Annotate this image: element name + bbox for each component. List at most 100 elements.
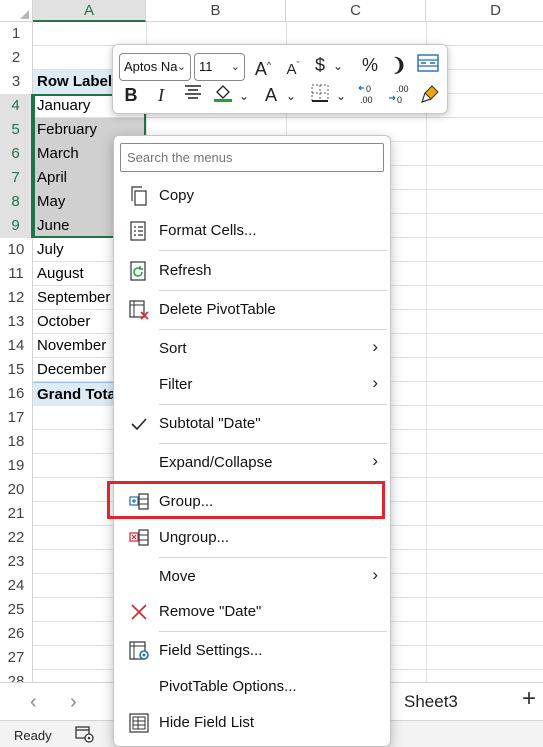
row-header[interactable]: 14 [0, 334, 33, 358]
menu-item-field-settings[interactable]: Field Settings... [114, 634, 390, 668]
column-header-b[interactable]: B [146, 0, 286, 22]
menu-separator [159, 329, 387, 330]
menu-item-label: PivotTable Options... [159, 678, 297, 695]
menu-item-sort[interactable]: Sort › [114, 332, 390, 366]
menu-item-label: Filter [159, 376, 193, 393]
group-highlight-box [107, 481, 385, 519]
comma-style-icon[interactable]: ❩ [391, 53, 407, 77]
row-header[interactable]: 1 [0, 22, 33, 46]
column-header-d[interactable]: D [426, 0, 543, 22]
chevron-right-icon: › [372, 373, 378, 392]
chevron-right-icon[interactable]: › [70, 691, 77, 714]
align-center-icon[interactable] [181, 83, 205, 107]
increase-font-size-icon[interactable]: A^ [251, 53, 275, 81]
chevron-right-icon: › [372, 565, 378, 584]
mini-toolbar: Aptos Na ⌄ 11 ⌄ A^ Aˇ $ ⌄ % ❩ B I ⌄ A ⌄ … [112, 44, 448, 114]
row-header[interactable]: 19 [0, 454, 33, 478]
menu-item-hide-field-list[interactable]: Hide Field List [114, 706, 390, 740]
accounting-format-button[interactable]: $ [311, 53, 329, 77]
row-header[interactable]: 25 [0, 598, 33, 622]
cell-a1[interactable] [33, 22, 146, 46]
menu-item-copy[interactable]: Copy [114, 179, 390, 213]
row-header[interactable]: 5 [0, 118, 33, 142]
row-header[interactable]: 7 [0, 166, 33, 190]
font-name-value: Aptos Na [124, 59, 178, 74]
chevron-down-icon: ⌄ [176, 61, 186, 73]
decrease-font-size-icon[interactable]: Aˇ [281, 53, 305, 82]
svg-text:.00: .00 [396, 84, 409, 94]
menu-item-label: Format Cells... [159, 222, 257, 239]
refresh-icon [128, 260, 150, 282]
menu-item-label: Expand/Collapse [159, 454, 273, 471]
menu-item-label: Ungroup... [159, 529, 230, 546]
menu-item-pivottable-options[interactable]: PivotTable Options... [114, 670, 390, 704]
add-sheet-icon[interactable]: + [522, 685, 536, 713]
chevron-down-icon[interactable]: ⌄ [285, 84, 297, 108]
font-color-icon[interactable]: A [261, 83, 281, 107]
row-header[interactable]: 13 [0, 310, 33, 334]
menu-item-remove[interactable]: Remove "Date" [114, 595, 390, 629]
merge-center-icon[interactable] [416, 53, 440, 79]
bold-button[interactable]: B [121, 83, 141, 107]
row-header[interactable]: 11 [0, 262, 33, 286]
menu-item-refresh[interactable]: Refresh [114, 254, 390, 288]
menu-separator [159, 557, 387, 558]
select-all-corner[interactable] [0, 0, 33, 22]
svg-text:0: 0 [397, 95, 402, 105]
row-header[interactable]: 24 [0, 574, 33, 598]
menu-item-delete-pivottable[interactable]: Delete PivotTable [114, 293, 390, 327]
font-size-value: 11 [199, 59, 213, 74]
row-header[interactable]: 27 [0, 646, 33, 670]
row-header[interactable]: 6 [0, 142, 33, 166]
row-header[interactable]: 20 [0, 478, 33, 502]
chevron-left-icon[interactable]: ‹ [30, 691, 37, 714]
row-header[interactable]: 8 [0, 190, 33, 214]
menu-item-format-cells[interactable]: Format Cells... [114, 214, 390, 248]
row-header[interactable]: 21 [0, 502, 33, 526]
increase-decimal-icon[interactable]: 0.00 [357, 83, 383, 111]
delete-pivot-icon [128, 299, 150, 321]
fill-color-icon[interactable] [211, 83, 235, 109]
italic-button[interactable]: I [151, 83, 171, 107]
chevron-right-icon: › [372, 337, 378, 356]
menu-item-ungroup[interactable]: Ungroup... [114, 521, 390, 555]
borders-icon[interactable] [308, 83, 332, 109]
row-header[interactable]: 9 [0, 214, 33, 238]
accessibility-icon[interactable] [74, 725, 94, 747]
sheet-tab[interactable]: Sheet3 [404, 692, 458, 712]
decrease-decimal-icon[interactable]: .00 0 [387, 83, 413, 111]
column-header-c[interactable]: C [286, 0, 426, 22]
search-menus-input[interactable] [120, 143, 384, 172]
column-header-a[interactable]: A [33, 0, 146, 22]
menu-item-label: Sort [159, 340, 187, 357]
row-header[interactable]: 18 [0, 430, 33, 454]
format-painter-icon[interactable] [418, 83, 442, 111]
percent-style-button[interactable]: % [359, 53, 381, 77]
row-header[interactable]: 26 [0, 622, 33, 646]
checkmark-icon [128, 413, 150, 435]
menu-item-label: Subtotal "Date" [159, 415, 261, 432]
row-header[interactable]: 10 [0, 238, 33, 262]
menu-item-move[interactable]: Move › [114, 560, 390, 594]
menu-item-label: Refresh [159, 262, 212, 279]
chevron-down-icon[interactable]: ⌄ [238, 84, 250, 108]
row-header[interactable]: 4 [0, 94, 33, 118]
row-header[interactable]: 23 [0, 550, 33, 574]
menu-item-expand-collapse[interactable]: Expand/Collapse › [114, 446, 390, 480]
chevron-down-icon[interactable]: ⌄ [332, 54, 344, 78]
row-header[interactable]: 12 [0, 286, 33, 310]
row-header[interactable]: 17 [0, 406, 33, 430]
row-header[interactable]: 2 [0, 46, 33, 70]
row-header[interactable]: 16 [0, 382, 33, 406]
menu-item-filter[interactable]: Filter › [114, 368, 390, 402]
menu-separator [159, 631, 387, 632]
chevron-down-icon: ⌄ [230, 61, 240, 73]
font-size-combo[interactable]: 11 ⌄ [194, 53, 245, 81]
menu-item-subtotal[interactable]: Subtotal "Date" [114, 407, 390, 441]
row-header[interactable]: 3 [0, 70, 33, 94]
row-header[interactable]: 15 [0, 358, 33, 382]
font-name-combo[interactable]: Aptos Na ⌄ [119, 53, 191, 81]
row-header[interactable]: 22 [0, 526, 33, 550]
chevron-down-icon[interactable]: ⌄ [335, 84, 347, 108]
copy-icon [128, 185, 150, 207]
